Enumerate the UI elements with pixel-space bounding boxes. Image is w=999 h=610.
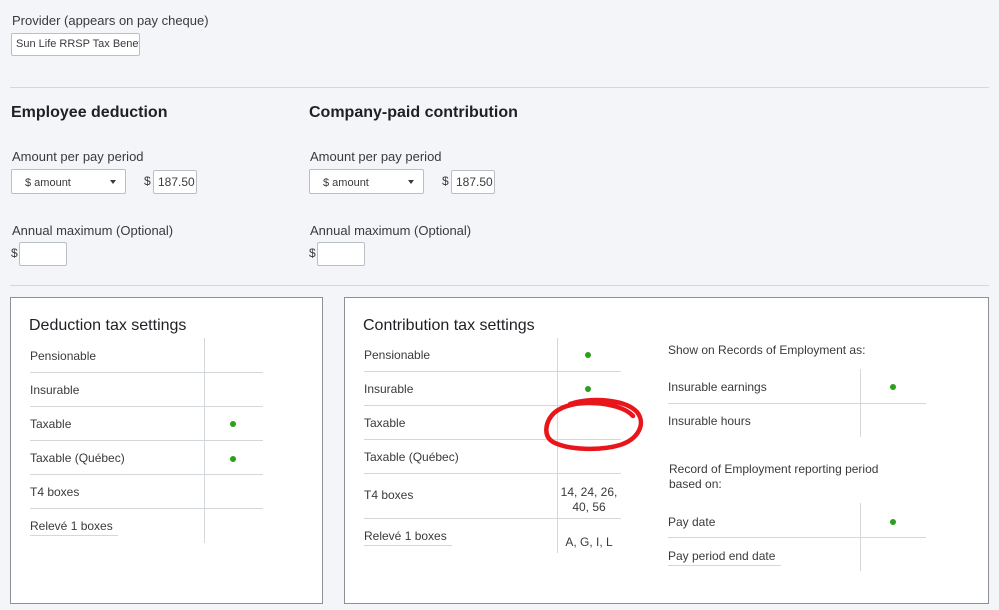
- row-divider: [668, 403, 926, 404]
- check-dot-icon[interactable]: [890, 384, 896, 390]
- row-divider: [30, 508, 263, 509]
- contribution-row-label: Taxable: [364, 416, 406, 430]
- t4-boxes-line: 14, 24, 26,: [560, 485, 618, 499]
- chevron-down-icon: [408, 180, 414, 184]
- chevron-down-icon: [110, 180, 116, 184]
- red-circle-annotation: [544, 397, 644, 452]
- employee-annual-max-label: Annual maximum (Optional): [12, 223, 174, 238]
- row-divider: [30, 406, 263, 407]
- row-underline: [30, 535, 118, 536]
- row-divider: [364, 473, 621, 474]
- row-divider: [30, 474, 263, 475]
- company-amount-type-value: $ amount: [323, 177, 369, 189]
- roe-heading: Show on Records of Employment as:: [668, 343, 866, 357]
- contribution-tax-settings-heading: Contribution tax settings: [363, 317, 535, 334]
- provider-input[interactable]: Sun Life RRSP Tax Benefit: [11, 33, 140, 56]
- employee-annual-currency: $: [11, 246, 18, 260]
- roe-row-label: Insurable earnings: [668, 380, 767, 394]
- company-amount-label: Amount per pay period: [310, 149, 442, 164]
- deduction-tax-settings-heading: Deduction tax settings: [29, 317, 187, 334]
- roe-row-label: Insurable hours: [668, 414, 751, 428]
- employee-amount-type-value: $ amount: [25, 177, 71, 189]
- period-heading-line: Record of Employment reporting period: [669, 462, 879, 476]
- deduction-row-label: T4 boxes: [30, 485, 80, 499]
- releve-boxes-value: A, G, I, L: [565, 535, 613, 549]
- check-dot-icon[interactable]: [230, 456, 236, 462]
- contribution-row-label: Insurable: [364, 382, 414, 396]
- contribution-row-label: Pensionable: [364, 348, 431, 362]
- employee-amount-input[interactable]: 187.50: [153, 170, 197, 194]
- period-row-label: Pay date: [668, 515, 716, 529]
- period-row-label: Pay period end date: [668, 549, 776, 563]
- check-dot-icon[interactable]: [890, 519, 896, 525]
- deduction-row-label: Taxable (Québec): [30, 451, 125, 465]
- employee-amount-type-select[interactable]: $ amount: [11, 169, 126, 194]
- employee-annual-max-input[interactable]: [19, 242, 67, 266]
- company-amount-input[interactable]: 187.50: [451, 170, 495, 194]
- company-annual-max-input[interactable]: [317, 242, 365, 266]
- annotation-stroke: [544, 397, 644, 452]
- employee-amount-label: Amount per pay period: [12, 149, 144, 164]
- deduction-row-label: Taxable: [30, 417, 72, 431]
- deduction-row-label: Insurable: [30, 383, 80, 397]
- employee-deduction-heading: Employee deduction: [11, 104, 168, 121]
- row-divider: [364, 371, 621, 372]
- provider-label: Provider (appears on pay cheque): [12, 13, 209, 28]
- divider: [10, 285, 989, 286]
- t4-boxes-line: 40, 56: [572, 500, 606, 514]
- row-divider: [30, 440, 263, 441]
- contribution-row-label: Relevé 1 boxes: [364, 529, 447, 543]
- t4-boxes-value: 14, 24, 26, 40, 56: [557, 485, 621, 515]
- period-heading: Record of Employment reporting period ba…: [669, 462, 878, 492]
- deduction-row-label: Relevé 1 boxes: [30, 519, 113, 533]
- company-contribution-heading: Company-paid contribution: [309, 104, 518, 121]
- row-underline: [668, 565, 781, 566]
- row-divider: [364, 518, 621, 519]
- company-annual-max-label: Annual maximum (Optional): [310, 223, 472, 238]
- check-dot-icon[interactable]: [585, 352, 591, 358]
- company-annual-currency: $: [309, 246, 316, 260]
- deduction-row-label: Pensionable: [30, 349, 97, 363]
- check-dot-icon[interactable]: [585, 386, 591, 392]
- row-divider: [668, 537, 926, 538]
- company-currency-symbol: $: [442, 174, 449, 188]
- row-divider: [30, 372, 263, 373]
- row-underline: [364, 545, 452, 546]
- contribution-row-label: Taxable (Québec): [364, 450, 459, 464]
- period-heading-line: based on:: [669, 477, 722, 491]
- check-dot-icon[interactable]: [230, 421, 236, 427]
- divider: [10, 87, 989, 88]
- company-amount-type-select[interactable]: $ amount: [309, 169, 424, 194]
- contribution-row-label: T4 boxes: [364, 488, 414, 502]
- employee-currency-symbol: $: [144, 174, 151, 188]
